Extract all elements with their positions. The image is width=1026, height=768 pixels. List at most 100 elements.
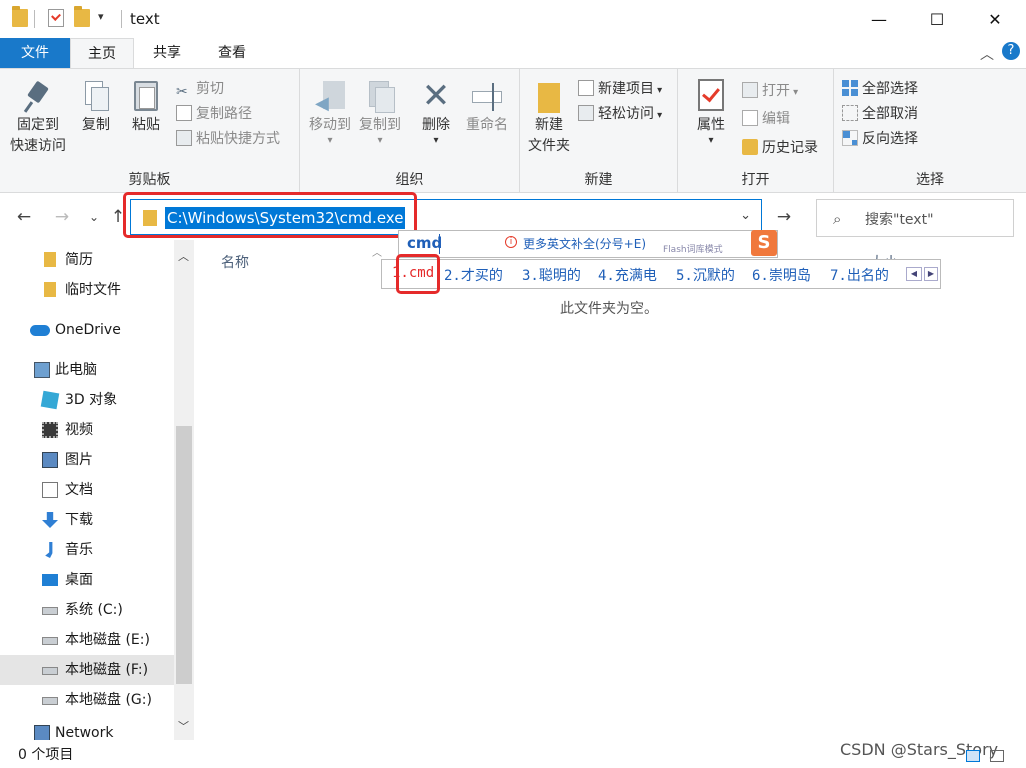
- customize-qat-icon[interactable]: ▾: [98, 10, 104, 23]
- scrollbar-thumb[interactable]: [176, 426, 192, 684]
- organize-group-label: 组织: [395, 172, 424, 188]
- sidebar-item-11[interactable]: 桌面: [0, 565, 174, 595]
- search-placeholder: 搜索"text": [865, 212, 934, 228]
- address-dropdown-icon[interactable]: ⌄: [740, 208, 751, 223]
- select-none-icon: [842, 105, 858, 121]
- history-button[interactable]: 历史记录: [742, 136, 818, 160]
- tab-share[interactable]: 共享: [134, 38, 200, 68]
- copy-to-button[interactable]: 复制到 ▾: [354, 79, 406, 146]
- sidebar-item-label: 本地磁盘 (E:): [65, 632, 150, 648]
- sidebar-item-13[interactable]: 本地磁盘 (E:): [0, 625, 174, 655]
- delete-x-icon: ✕: [421, 76, 451, 116]
- sidebar-item-5[interactable]: 3D 对象: [0, 385, 174, 415]
- sidebar-item-4[interactable]: 此电脑: [0, 355, 174, 385]
- new-folder-quick-icon[interactable]: [74, 6, 90, 27]
- sidebar-item-label: 文档: [65, 482, 93, 498]
- sidebar-item-8[interactable]: 文档: [0, 475, 174, 505]
- minimize-button[interactable]: —: [856, 0, 902, 38]
- sidebar-item-9[interactable]: 下载: [0, 505, 174, 535]
- network-icon: [34, 725, 50, 741]
- drive-icon: [42, 637, 58, 645]
- paste-icon: [129, 79, 163, 113]
- select-none-button[interactable]: 全部取消: [842, 102, 918, 126]
- tab-view[interactable]: 查看: [200, 38, 264, 68]
- ime-candidate[interactable]: 2.才买的: [444, 265, 503, 285]
- history-icon: [742, 139, 758, 155]
- sidebar-item-12[interactable]: 系统 (C:): [0, 595, 174, 625]
- sidebar-item-10[interactable]: 音乐: [0, 535, 174, 565]
- sidebar-item-15[interactable]: 本地磁盘 (G:): [0, 685, 174, 715]
- column-header-name[interactable]: 名称: [221, 252, 249, 272]
- cut-button[interactable]: ✂ 剪切: [176, 77, 224, 101]
- properties-icon: [694, 79, 728, 113]
- scroll-down-icon[interactable]: ﹀: [178, 718, 189, 734]
- annotation-box: [123, 192, 417, 238]
- copy-path-button[interactable]: 复制路径: [176, 102, 252, 126]
- sidebar-item-label: 系统 (C:): [65, 602, 123, 618]
- scroll-up-icon[interactable]: ︿: [178, 248, 189, 264]
- drive-icon: [42, 667, 58, 675]
- new-item-button[interactable]: 新建项目 ▾: [578, 77, 662, 101]
- paste-shortcut-icon: [176, 130, 192, 146]
- sidebar-item-7[interactable]: 图片: [0, 445, 174, 475]
- move-to-button[interactable]: ◀ 移动到 ▾: [304, 79, 356, 146]
- open-button[interactable]: 打开 ▾: [742, 79, 798, 103]
- sidebar-item-6[interactable]: 视频: [0, 415, 174, 445]
- details-view-icon[interactable]: [966, 750, 980, 762]
- empty-folder-text: 此文件夹为空。: [560, 301, 658, 317]
- new-group: 新建 文件夹 新建项目 ▾ 轻松访问 ▾ 新建: [520, 69, 678, 193]
- ime-candidate[interactable]: 7.出名的: [830, 265, 889, 285]
- properties-button[interactable]: 属性 ▾: [686, 79, 736, 146]
- help-icon[interactable]: ?: [1002, 42, 1020, 60]
- sidebar-item-label: 图片: [65, 452, 93, 468]
- pin-quick-access-button[interactable]: 固定到 快速访问: [6, 79, 70, 157]
- recent-chevron-down-icon[interactable]: ⌄: [82, 204, 106, 230]
- paste-shortcut-button[interactable]: 粘贴快捷方式: [176, 127, 280, 151]
- close-button[interactable]: ✕: [972, 0, 1018, 38]
- edit-icon: [742, 110, 758, 126]
- new-item-icon: [578, 80, 594, 96]
- easy-access-button[interactable]: 轻松访问 ▾: [578, 102, 662, 126]
- maximize-button[interactable]: ☐: [914, 0, 960, 38]
- ime-candidate[interactable]: 4.充满电: [598, 265, 657, 285]
- sidebar-item-14[interactable]: 本地磁盘 (F:): [0, 655, 174, 685]
- sidebar-scrollbar[interactable]: ︿ ﹀: [174, 240, 194, 740]
- rename-button[interactable]: 重命名: [460, 79, 514, 136]
- move-to-icon: ◀: [313, 79, 347, 114]
- forward-arrow-icon[interactable]: →: [50, 204, 74, 230]
- back-arrow-icon[interactable]: ←: [12, 204, 36, 230]
- ime-candidate[interactable]: 6.崇明岛: [752, 265, 811, 285]
- ime-candidate[interactable]: 3.聪明的: [522, 265, 581, 285]
- paste-button[interactable]: 粘贴: [124, 79, 168, 136]
- edit-button[interactable]: 编辑: [742, 107, 790, 131]
- folder-icon: [44, 252, 56, 267]
- sidebar-item-2[interactable]: 临时文件: [0, 275, 174, 305]
- large-icons-view-icon[interactable]: [990, 750, 1004, 762]
- divider: [121, 10, 122, 28]
- properties-quick-icon[interactable]: [48, 9, 64, 27]
- ribbon-tabs: 文件 主页 共享 查看 ︿ ?: [0, 38, 1026, 69]
- delete-button[interactable]: ✕ 删除 ▾: [416, 79, 456, 146]
- sidebar-item-label: 3D 对象: [65, 392, 118, 408]
- tab-file[interactable]: 文件: [0, 38, 70, 68]
- collapse-ribbon-icon[interactable]: ︿: [980, 44, 994, 64]
- select-all-button[interactable]: 全部选择: [842, 77, 918, 101]
- new-folder-button[interactable]: 新建 文件夹: [524, 79, 574, 157]
- search-box[interactable]: ⌕ 搜索"text": [816, 199, 1014, 237]
- invert-selection-icon: [842, 130, 858, 146]
- sidebar-item-3[interactable]: OneDrive: [0, 315, 174, 345]
- ime-prev-page-icon[interactable]: ◀: [906, 267, 922, 281]
- sidebar-item-1[interactable]: 简历: [0, 245, 174, 275]
- tab-home[interactable]: 主页: [70, 38, 134, 69]
- sidebar-item-label: 临时文件: [65, 282, 121, 298]
- open-group: 属性 ▾ 打开 ▾ 编辑 历史记录 打开: [678, 69, 834, 193]
- copy-button[interactable]: 复制: [76, 79, 116, 136]
- ime-candidate[interactable]: 5.沉默的: [676, 265, 735, 285]
- invert-selection-button[interactable]: 反向选择: [842, 127, 918, 151]
- ime-hint[interactable]: 更多英文补全(分号+E): [523, 235, 646, 252]
- drive-icon: [42, 607, 58, 615]
- open-icon: [742, 82, 758, 98]
- ime-next-page-icon[interactable]: ▶: [924, 267, 938, 281]
- sogou-logo-icon: S: [751, 230, 777, 256]
- go-arrow-icon[interactable]: →: [772, 204, 796, 230]
